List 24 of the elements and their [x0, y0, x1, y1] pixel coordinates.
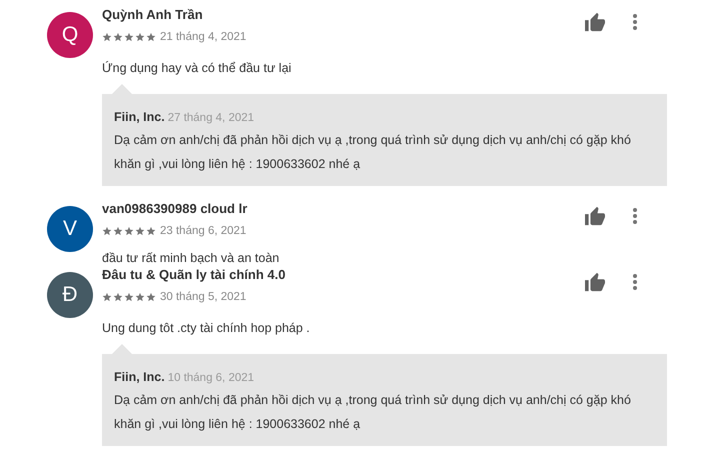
more-options-icon[interactable]: [632, 273, 638, 291]
thumbs-up-icon[interactable]: [584, 12, 606, 32]
developer-name: Fiin, Inc.: [114, 110, 165, 124]
avatar: Đ: [47, 272, 93, 318]
review-date: 23 tháng 6, 2021: [160, 225, 246, 237]
thumbs-up-icon[interactable]: [584, 206, 606, 226]
avatar: Q: [47, 12, 93, 58]
review-text: đầu tư rất minh bạch và an toàn: [102, 250, 280, 266]
thumbs-up-icon[interactable]: [584, 272, 606, 292]
reviewer-name: Đâu tu & Quãn ly tài chính 4.0: [102, 266, 286, 284]
review-text: Ứng dụng hay và có thể đầu tư lại: [102, 60, 292, 76]
reply-date: 10 tháng 6, 2021: [168, 372, 254, 384]
more-options-icon[interactable]: [632, 207, 638, 225]
reviewer-name: Quỳnh Anh Trần: [102, 6, 204, 24]
reply-text: Dạ cảm ơn anh/chị đã phản hồi dịch vụ ạ ,trong quá trình sử dụng dịch vụ anh/chị có gặp khó khăn gì ,vui lòng liên hệ : 1900633602 nhé ạ: [114, 132, 632, 173]
reply-text: Dạ cảm ơn anh/chị đã phản hồi dịch vụ ạ ,trong quá trình sử dụng dịch vụ anh/chị có gặp khó khăn gì ,vui lòng liên hệ : 1900633602 nhé ạ: [114, 392, 632, 433]
reviewer-name: van0986390989 cloud lr: [102, 200, 248, 218]
review-date: 30 tháng 5, 2021: [160, 291, 246, 303]
developer-name: Fiin, Inc.: [114, 370, 165, 384]
more-options-icon[interactable]: [632, 13, 638, 31]
avatar: V: [47, 206, 93, 252]
review-date: 21 tháng 4, 2021: [160, 31, 246, 43]
review-text: Ung dung tôt .cty tài chính hop pháp .: [102, 320, 311, 336]
reply-date: 27 tháng 4, 2021: [168, 112, 254, 124]
